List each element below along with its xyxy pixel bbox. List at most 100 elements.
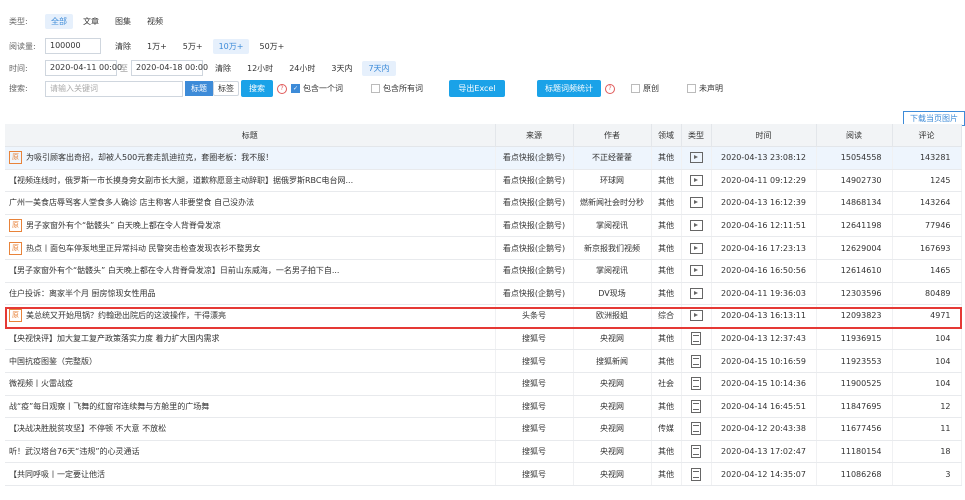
row-comments: 18 bbox=[892, 440, 962, 464]
row-title[interactable]: 听！武汉塔台76天“违规”的心灵通话 bbox=[9, 447, 139, 456]
undeclared-checkbox[interactable] bbox=[687, 84, 696, 93]
export-excel-button[interactable]: 导出Excel bbox=[449, 80, 505, 97]
type-option-video[interactable]: 视频 bbox=[141, 14, 169, 29]
table-row[interactable]: 原美总统又开始甩锅？约翰逊出院后的这波操作，干得漂亮 头条号 欧洲报姐 综合 2020-… bbox=[5, 304, 962, 328]
row-title[interactable]: 男子家窗外有个“骷髅头” 白天晚上都在令人背脊骨发凉 bbox=[26, 221, 221, 230]
row-comments: 11 bbox=[892, 417, 962, 441]
row-source: 搜狐号 bbox=[495, 440, 574, 464]
search-mode-title[interactable]: 标题 bbox=[185, 81, 213, 96]
row-title[interactable]: 为吸引顾客出奇招，却被人500元套走凯迪拉克，套圈老板：我不服！ bbox=[26, 153, 273, 162]
table-row[interactable]: 广州一美食店辱骂客人堂食多人确诊 店主称客人非要堂食 自己没办法 看点快报(企鹅号… bbox=[5, 191, 962, 215]
video-icon bbox=[689, 174, 703, 186]
table-row[interactable]: 中国抗疫图鉴（完整版） 搜狐号 搜狐新闻 其他 2020-04-15 10:16:59 1… bbox=[5, 349, 962, 373]
row-title[interactable]: 住户投诉：离家半个月 厨房惊现女性用品 bbox=[9, 289, 156, 298]
row-comments: 4971 bbox=[892, 304, 962, 328]
time-filter-label: 时间: bbox=[9, 63, 28, 73]
row-type bbox=[681, 327, 712, 351]
include-all-checkbox[interactable] bbox=[371, 84, 380, 93]
row-time: 2020-04-13 16:13:11 bbox=[711, 304, 817, 328]
time-option-7d[interactable]: 7天内 bbox=[362, 60, 396, 76]
row-title-cell[interactable]: 广州一美食店辱骂客人堂食多人确诊 店主称客人非要堂食 自己没办法 bbox=[5, 191, 496, 215]
row-title[interactable]: 广州一美食店辱骂客人堂食多人确诊 店主称客人非要堂食 自己没办法 bbox=[9, 198, 254, 207]
table-row[interactable]: 原热点丨面包车停泵地里正异常抖动 民警突击检查发现衣衫不整男女 看点快报(企鹅号)… bbox=[5, 236, 962, 260]
original-checkbox[interactable] bbox=[631, 84, 640, 93]
table-row[interactable]: 【共同呼吸丨一定要让他活 搜狐号 央视网 其他 2020-04-12 14:35:07 1… bbox=[5, 462, 962, 486]
row-field: 其他 bbox=[651, 214, 682, 238]
reads-option-50k[interactable]: 5万+ bbox=[177, 39, 209, 54]
time-option-3d[interactable]: 3天内 bbox=[325, 61, 358, 76]
table-row[interactable]: 原为吸引顾客出奇招，却被人500元套走凯迪拉克，套圈老板：我不服！ 看点快报(企鹅… bbox=[5, 146, 962, 170]
reads-option-500k[interactable]: 50万+ bbox=[253, 39, 290, 54]
row-title[interactable]: 【视频连线时，俄罗斯一市长摸身旁女副市长大腿，道歉称愿意主动辞职】据俄罗斯RBC… bbox=[9, 176, 353, 185]
row-title-cell[interactable]: 原男子家窗外有个“骷髅头” 白天晚上都在令人背脊骨发凉 bbox=[5, 214, 496, 238]
row-field: 其他 bbox=[651, 191, 682, 215]
help-icon[interactable]: ? bbox=[605, 83, 615, 94]
search-mode-tag[interactable]: 标签 bbox=[213, 81, 239, 96]
header-time[interactable]: 时间 bbox=[711, 124, 817, 147]
row-title-cell[interactable]: 【男子家窗外有个“骷髅头” 白天晚上都在令人背脊骨发凉】日前山东威海，一名男子拍… bbox=[5, 259, 496, 283]
reads-input[interactable]: 100000 bbox=[45, 38, 101, 54]
reads-option-100k[interactable]: 10万+ bbox=[212, 38, 250, 54]
time-clear-button[interactable]: 清除 bbox=[209, 61, 237, 76]
header-source[interactable]: 来源 bbox=[495, 124, 574, 147]
row-title[interactable]: 【央视快评】加大复工复产政策落实力度 着力扩大国内需求 bbox=[9, 334, 220, 343]
row-comments: 143281 bbox=[892, 146, 962, 170]
time-option-24h[interactable]: 24小时 bbox=[283, 61, 321, 76]
row-title-cell[interactable]: 中国抗疫图鉴（完整版） bbox=[5, 349, 496, 373]
row-title-cell[interactable]: 【央视快评】加大复工复产政策落实力度 着力扩大国内需求 bbox=[5, 327, 496, 351]
table-row[interactable]: 【男子家窗外有个“骷髅头” 白天晚上都在令人背脊骨发凉】日前山东威海，一名男子拍… bbox=[5, 259, 962, 283]
header-field[interactable]: 领域 bbox=[651, 124, 682, 147]
row-source: 头条号 bbox=[495, 304, 574, 328]
table-row[interactable]: 战“疫”每日观察丨飞舞的红窗帘连续舞与方舱里的广场舞 搜狐号 央视网 其他 2020-0… bbox=[5, 395, 962, 419]
row-time: 2020-04-16 17:23:13 bbox=[711, 236, 817, 260]
include-one-checkbox[interactable]: ✓ bbox=[291, 84, 300, 93]
table-row[interactable]: 【视频连线时，俄罗斯一市长摸身旁女副市长大腿，道歉称愿意主动辞职】据俄罗斯RBC… bbox=[5, 169, 962, 193]
end-date-input[interactable]: 2020-04-18 00:00 bbox=[131, 60, 208, 76]
row-reads: 12629004 bbox=[816, 236, 893, 260]
row-title-cell[interactable]: 【决战决胜脱贫攻坚】不停顿 不大意 不放松 bbox=[5, 417, 496, 441]
table-row[interactable]: 住户投诉：离家半个月 厨房惊现女性用品 看点快报(企鹅号) DV现场 其他 2020-0… bbox=[5, 282, 962, 306]
type-option-all[interactable]: 全部 bbox=[45, 14, 73, 29]
row-title-cell[interactable]: 【视频连线时，俄罗斯一市长摸身旁女副市长大腿，道歉称愿意主动辞职】据俄罗斯RBC… bbox=[5, 169, 496, 193]
start-date-input[interactable]: 2020-04-11 00:00 bbox=[45, 60, 122, 76]
table-row[interactable]: 【央视快评】加大复工复产政策落实力度 着力扩大国内需求 搜狐号 央视网 其他 2020-… bbox=[5, 327, 962, 351]
row-comments: 167693 bbox=[892, 236, 962, 260]
reads-option-10k[interactable]: 1万+ bbox=[141, 39, 173, 54]
row-title-cell[interactable]: 原热点丨面包车停泵地里正异常抖动 民警突击检查发现衣衫不整男女 bbox=[5, 236, 496, 260]
header-comments[interactable]: 评论 bbox=[892, 124, 962, 147]
row-title[interactable]: 微视频丨火雷战疫 bbox=[9, 379, 73, 388]
header-author[interactable]: 作者 bbox=[573, 124, 652, 147]
reads-clear-button[interactable]: 清除 bbox=[109, 39, 137, 54]
header-reads[interactable]: 阅读 bbox=[816, 124, 893, 147]
row-title[interactable]: 【决战决胜脱贫攻坚】不停顿 不大意 不放松 bbox=[9, 424, 166, 433]
row-title[interactable]: 中国抗疫图鉴（完整版） bbox=[9, 357, 97, 366]
title-stats-button[interactable]: 标题词频统计 bbox=[537, 80, 601, 97]
row-title-cell[interactable]: 【共同呼吸丨一定要让他活 bbox=[5, 462, 496, 486]
header-title[interactable]: 标题 bbox=[5, 124, 496, 147]
row-title-cell[interactable]: 住户投诉：离家半个月 厨房惊现女性用品 bbox=[5, 282, 496, 306]
time-option-12h[interactable]: 12小时 bbox=[241, 61, 279, 76]
row-source: 看点快报(企鹅号) bbox=[495, 191, 574, 215]
search-input[interactable]: 请输入关键词 bbox=[45, 80, 183, 97]
row-title-cell[interactable]: 战“疫”每日观察丨飞舞的红窗帘连续舞与方舱里的广场舞 bbox=[5, 395, 496, 419]
type-option-article[interactable]: 文章 bbox=[77, 14, 105, 29]
table-row[interactable]: 原男子家窗外有个“骷髅头” 白天晚上都在令人背脊骨发凉 看点快报(企鹅号) 掌阅视讯… bbox=[5, 214, 962, 238]
table-row[interactable]: 听！武汉塔台76天“违规”的心灵通话 搜狐号 央视网 其他 2020-04-13 17:… bbox=[5, 440, 962, 464]
table-row[interactable]: 【决战决胜脱贫攻坚】不停顿 不大意 不放松 搜狐号 央视网 传媒 2020-04-12 … bbox=[5, 417, 962, 441]
row-title[interactable]: 【男子家窗外有个“骷髅头” 白天晚上都在令人背脊骨发凉】日前山东威海，一名男子拍… bbox=[9, 266, 339, 275]
row-title[interactable]: 【共同呼吸丨一定要让他活 bbox=[9, 470, 105, 479]
row-title-cell[interactable]: 原美总统又开始甩锅？约翰逊出院后的这波操作，干得漂亮 bbox=[5, 304, 496, 328]
table-row[interactable]: 微视频丨火雷战疫 搜狐号 央视网 社会 2020-04-15 10:14:36 11900… bbox=[5, 372, 962, 396]
row-author: 央视网 bbox=[573, 417, 652, 441]
row-source: 搜狐号 bbox=[495, 462, 574, 486]
row-title[interactable]: 美总统又开始甩锅？约翰逊出院后的这波操作，干得漂亮 bbox=[26, 311, 226, 320]
search-button[interactable]: 搜索 bbox=[241, 80, 273, 97]
header-type[interactable]: 类型 bbox=[681, 124, 712, 147]
row-title[interactable]: 热点丨面包车停泵地里正异常抖动 民警突击检查发现衣衫不整男女 bbox=[26, 244, 261, 253]
type-option-gallery[interactable]: 图集 bbox=[109, 14, 137, 29]
help-icon[interactable]: ? bbox=[277, 83, 287, 94]
row-title-cell[interactable]: 原为吸引顾客出奇招，却被人500元套走凯迪拉克，套圈老板：我不服！ bbox=[5, 146, 496, 170]
row-title-cell[interactable]: 听！武汉塔台76天“违规”的心灵通话 bbox=[5, 440, 496, 464]
row-title-cell[interactable]: 微视频丨火雷战疫 bbox=[5, 372, 496, 396]
row-title[interactable]: 战“疫”每日观察丨飞舞的红窗帘连续舞与方舱里的广场舞 bbox=[9, 402, 209, 411]
